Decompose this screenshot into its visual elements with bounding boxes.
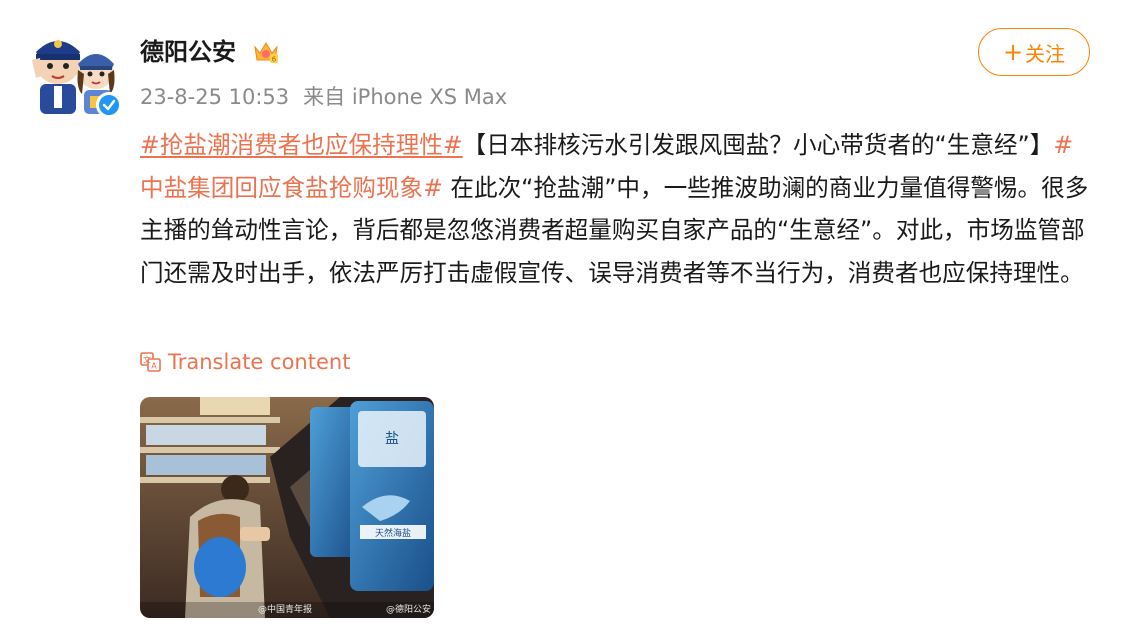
post-text: 【日本排核污水引发跟风囤盐？小心带货者的“生意经”】 [462,131,1054,159]
svg-text:盐: 盐 [385,431,399,447]
image-watermark-left: @中国青年报 [258,605,313,615]
post-timestamp[interactable]: 23-8-25 10:53 [140,85,289,109]
translate-icon: 文 A [140,352,161,372]
image-watermark-right: @德阳公安 [386,605,432,615]
verified-badge-icon [96,92,122,118]
svg-text:文: 文 [143,355,151,365]
username[interactable]: 德阳公安 [140,36,236,68]
post-content: #抢盐潮消费者也应保持理性#【日本排核污水引发跟风囤盐？小心带货者的“生意经”】… [140,124,1090,294]
weibo-post: 德阳公安 6 23-8-25 10:53 来自 iPhone XS Max + 关… [0,0,1122,631]
svg-text:6: 6 [272,56,277,64]
follow-button[interactable]: + 关注 [978,28,1090,76]
follow-label: 关注 [1025,41,1066,66]
post-source: 来自 iPhone XS Max [303,85,508,109]
supermarket-salt-photo: 盐 天然海盐 [140,397,434,618]
post-image[interactable]: 盐 天然海盐 @中国青年报 @德阳公安 [140,397,434,618]
hashtag-link[interactable]: #抢盐潮消费者也应保持理性# [140,131,463,159]
svg-text:A: A [151,362,157,371]
translate-button[interactable]: 文 A Translate content [140,350,350,374]
translate-label: Translate content [168,350,351,374]
post-meta: 23-8-25 10:53 来自 iPhone XS Max [140,83,507,111]
plus-icon: + [1002,38,1024,66]
svg-text:天然海盐: 天然海盐 [375,527,411,539]
crown-vip-icon[interactable]: 6 [252,38,280,66]
